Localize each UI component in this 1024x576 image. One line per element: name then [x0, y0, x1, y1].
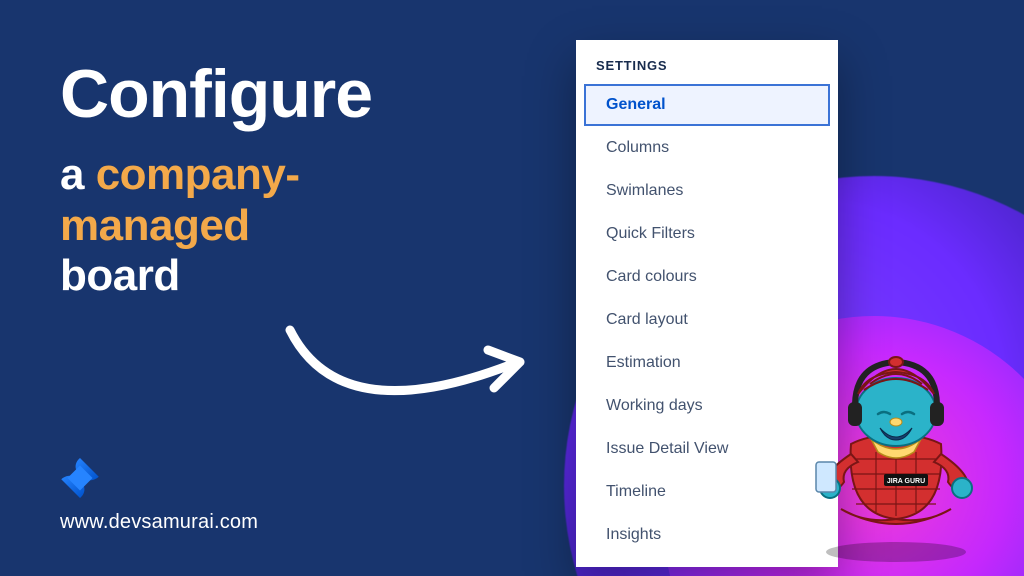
jira-logo-icon [60, 458, 100, 498]
page-root: Configure a company- managed board www.d… [0, 0, 1024, 576]
subtitle-highlight-1: company- [96, 150, 300, 199]
settings-item-columns[interactable]: Columns [584, 127, 830, 169]
settings-item-card-colours[interactable]: Card colours [584, 256, 830, 298]
mascot-badge-text: JIRA GURU [887, 478, 925, 485]
subtitle-word-board: board [60, 251, 180, 300]
subtitle-word-a: a [60, 150, 96, 199]
page-subtitle: a company- managed board [60, 150, 300, 302]
settings-item-general[interactable]: General [584, 84, 830, 126]
settings-item-swimlanes[interactable]: Swimlanes [584, 170, 830, 212]
subtitle-highlight-2: managed [60, 201, 250, 250]
site-url: www.devsamurai.com [60, 511, 258, 534]
arrow-icon [280, 310, 540, 420]
page-title: Configure [60, 60, 372, 128]
settings-panel-header: SETTINGS [576, 58, 838, 83]
settings-item-quick-filters[interactable]: Quick Filters [584, 213, 830, 255]
mascot-illustration: JIRA GURU [786, 324, 1006, 564]
